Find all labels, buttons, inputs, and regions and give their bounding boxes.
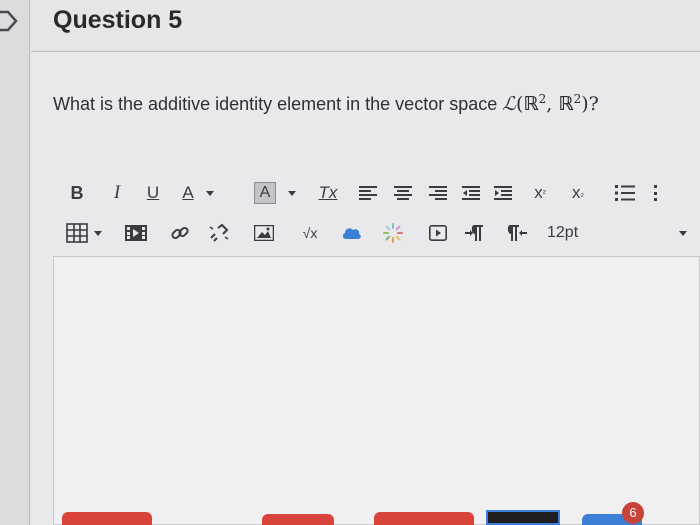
subscript-label: x (572, 183, 581, 202)
bullet-list-icon (615, 185, 635, 201)
font-color-button[interactable]: A (177, 180, 219, 206)
font-color-label: A (182, 183, 194, 202)
cloud-icon (342, 228, 361, 239)
numbered-list-icon (654, 185, 657, 201)
question-panel: Question 5 What is the additive identity… (31, 0, 700, 525)
rich-text-editor-area[interactable] (53, 256, 700, 525)
editor-toolbar-row-2: √x 12pt (31, 220, 700, 250)
clear-formatting-label: Tx (318, 183, 338, 202)
insert-link-button[interactable] (169, 220, 191, 246)
media-button[interactable] (123, 220, 149, 246)
question-header: Question 5 (31, 0, 700, 52)
bold-label: B (70, 182, 84, 203)
align-right-button[interactable] (427, 180, 449, 206)
dock-app-dark[interactable] (486, 510, 560, 525)
dock-app-red-2[interactable] (374, 512, 474, 525)
align-left-icon (359, 186, 377, 200)
superscript-button[interactable]: x² (527, 180, 553, 206)
math-comma: , (546, 93, 559, 115)
superscript-mark: ² (542, 188, 546, 198)
indent-icon (494, 186, 512, 200)
font-size-select[interactable]: 12pt (547, 220, 687, 246)
underline-label: U (146, 183, 160, 202)
notification-badge: 6 (622, 502, 644, 524)
loading-spinner-icon (383, 223, 403, 243)
question-title: Question 5 (53, 6, 183, 34)
embed-video-button[interactable] (427, 220, 449, 246)
video-icon (429, 225, 447, 241)
chevron-down-icon (679, 230, 687, 236)
subscript-button[interactable]: x₂ (565, 180, 591, 206)
chevron-down-icon (288, 190, 296, 196)
numbered-list-button[interactable] (653, 180, 673, 206)
outdent-icon (462, 186, 480, 200)
align-center-icon (394, 186, 412, 200)
italic-button[interactable]: I (107, 180, 127, 206)
editor-toolbar-row-1: B I U A A Tx x ² x ₂ (31, 180, 700, 210)
apps-button[interactable] (381, 220, 405, 246)
superscript-label: x (534, 183, 543, 202)
course-navigation-strip (0, 0, 30, 525)
align-center-button[interactable] (392, 180, 414, 206)
outdent-button[interactable] (460, 180, 482, 206)
subscript-mark: ₂ (580, 188, 585, 198)
chevron-right-icon[interactable] (0, 10, 22, 32)
equation-label: √x (302, 225, 318, 241)
math-real-set-1: ℝ (523, 93, 539, 115)
table-button[interactable] (65, 220, 103, 246)
unlink-icon (209, 223, 229, 242)
bold-button[interactable]: B (67, 180, 87, 206)
cloud-apps-button[interactable] (341, 220, 363, 246)
chevron-down-icon (205, 190, 214, 196)
dock-app-red[interactable] (62, 512, 152, 525)
chevron-down-icon (94, 230, 102, 236)
table-icon (66, 223, 88, 243)
font-size-value: 12pt (547, 224, 579, 241)
underline-button[interactable]: U (143, 180, 163, 206)
ltr-button[interactable] (463, 220, 487, 246)
math-close: )? (581, 93, 599, 115)
indent-button[interactable] (492, 180, 514, 206)
remove-link-button[interactable] (207, 220, 231, 246)
italic-label: I (113, 182, 121, 203)
dock-app-orange[interactable] (262, 514, 334, 525)
image-icon (254, 225, 274, 241)
dock-strip: 6 (62, 502, 700, 525)
question-prompt-text: What is the additive identity element in… (53, 94, 503, 114)
bullet-list-button[interactable] (613, 180, 637, 206)
notification-badge-count: 6 (629, 505, 637, 520)
media-icon (125, 225, 147, 241)
link-icon (171, 226, 189, 240)
align-right-icon (429, 186, 447, 200)
math-expression: ℒ(ℝ2, ℝ2)? (502, 92, 599, 115)
paragraph-rtl-icon (507, 225, 527, 241)
background-color-button[interactable]: A (249, 180, 301, 206)
math-real-set-2: ℝ (558, 93, 574, 115)
equation-button[interactable]: √x (297, 220, 323, 246)
insert-image-button[interactable] (253, 220, 275, 246)
paragraph-ltr-icon (465, 225, 483, 241)
clear-formatting-button[interactable]: Tx (315, 180, 341, 206)
background-color-label: A (254, 182, 276, 204)
rtl-button[interactable] (505, 220, 529, 246)
align-left-button[interactable] (357, 180, 379, 206)
question-prompt: What is the additive identity element in… (53, 92, 599, 115)
math-operator-L: ℒ (502, 93, 516, 115)
